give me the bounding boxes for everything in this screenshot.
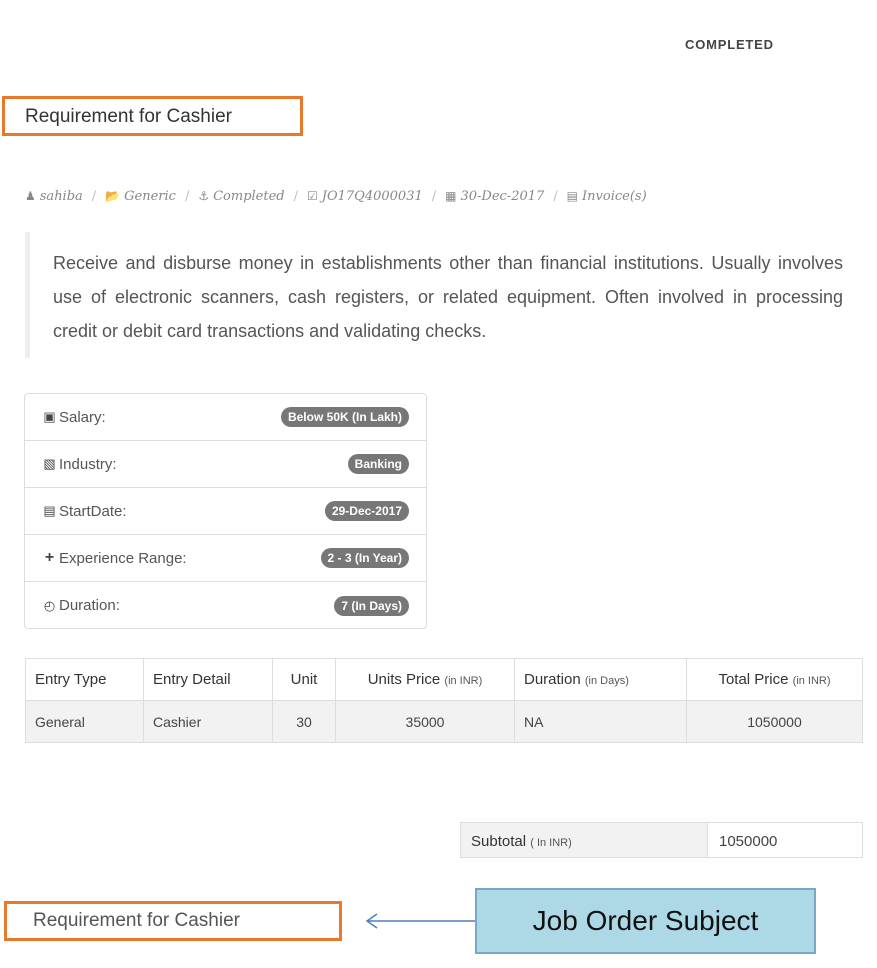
detail-row-salary: ▣ Salary: Below 50K (In Lakh)	[25, 394, 426, 441]
annotation-arrow-icon	[365, 913, 475, 929]
detail-label: Duration:	[59, 597, 120, 614]
detail-badge: 29-Dec-2017	[324, 501, 409, 521]
meta-invoice-link[interactable]: ▤ Invoice(s)	[567, 189, 647, 204]
detail-row-industry: ▧ Industry: Banking	[25, 441, 426, 488]
column-header: Units Price (in INR)	[335, 658, 515, 701]
annotation-callout: Job Order Subject	[475, 888, 816, 954]
meta-job-id[interactable]: ☑ JO17Q4000031	[307, 189, 423, 204]
detail-badge: Banking	[347, 454, 409, 474]
meta-invoice-label: Invoice(s)	[582, 188, 647, 204]
table-header-row: Entry Type Entry Detail Unit Units Price…	[25, 658, 863, 701]
job-details-list: ▣ Salary: Below 50K (In Lakh) ▧ Industry: …	[24, 393, 427, 629]
column-header: Entry Detail	[143, 658, 273, 701]
job-status-label: COMPLETED	[685, 37, 774, 52]
subtotal-label: Subtotal ( In INR)	[461, 823, 708, 857]
calendar-icon: ▦	[445, 189, 457, 203]
meta-job-id-label: JO17Q4000031	[321, 188, 423, 204]
job-description: Receive and disburse money in establishm…	[25, 232, 843, 358]
detail-row-duration: ◴ Duration: 7 (In Days)	[25, 582, 426, 629]
job-title: Requirement for Cashier	[2, 96, 303, 136]
meta-user-label: sahiba	[39, 188, 83, 204]
cell-entry-detail: Cashier	[143, 700, 273, 743]
meta-separator: /	[91, 188, 97, 204]
money-icon: ▣	[43, 409, 56, 424]
detail-label: Salary:	[59, 408, 106, 426]
meta-category-label: Generic	[124, 188, 176, 204]
clock-icon: ◴	[43, 597, 56, 613]
ticket-icon: ▤	[566, 189, 579, 203]
column-header: Duration (in Days)	[514, 658, 687, 701]
meta-state[interactable]: ⚓ Completed	[198, 189, 284, 204]
folder-icon: 📂	[105, 189, 121, 203]
column-header: Total Price (in INR)	[686, 658, 863, 701]
meta-date-label: 30-Dec-2017	[460, 188, 545, 204]
column-header: Unit	[272, 658, 336, 701]
ticket-icon: ▤	[43, 503, 56, 518]
column-header: Entry Type	[25, 658, 144, 701]
table-row: General Cashier 30 35000 NA 1050000	[25, 700, 863, 743]
cell-entry-type: General	[25, 700, 144, 743]
detail-label: StartDate:	[59, 502, 127, 520]
cell-unit: 30	[272, 700, 336, 743]
detail-label: Experience Range:	[59, 549, 187, 567]
detail-badge: 7 (In Days)	[334, 595, 409, 616]
meta-user[interactable]: ♟ sahiba	[25, 189, 83, 204]
detail-badge: 2 - 3 (In Year)	[320, 548, 409, 568]
meta-separator: /	[293, 188, 298, 204]
subtotal-box: Subtotal ( In INR) 1050000	[460, 822, 863, 858]
detail-badge: Below 50K (In Lakh)	[280, 407, 409, 427]
job-meta-bar: ♟ sahiba / 📂 Generic / ⚓ Completed / ☑ J…	[25, 186, 647, 206]
meta-separator: /	[431, 188, 437, 204]
subtotal-value: 1050000	[719, 833, 778, 850]
detail-row-experience: + Experience Range: 2 - 3 (In Year)	[25, 535, 426, 582]
user-icon: ♟	[25, 189, 36, 203]
detail-row-startdate: ▤ StartDate: 29-Dec-2017	[25, 488, 426, 535]
check-square-icon: ☑	[307, 189, 318, 203]
plus-icon: +	[44, 549, 55, 566]
entries-table: Entry Type Entry Detail Unit Units Price…	[25, 658, 863, 743]
meta-date[interactable]: ▦ 30-Dec-2017	[445, 189, 544, 204]
anchor-icon: ⚓	[198, 189, 210, 203]
cell-total-price: 1050000	[686, 700, 863, 743]
meta-separator: /	[553, 188, 558, 204]
meta-category[interactable]: 📂 Generic	[105, 189, 176, 204]
meta-state-label: Completed	[213, 188, 285, 204]
annotation-title-copy: Requirement for Cashier	[4, 901, 342, 941]
building-icon: ▧	[43, 456, 56, 471]
cell-unit-price: 35000	[335, 700, 515, 743]
detail-label: Industry:	[59, 455, 117, 473]
cell-duration: NA	[514, 700, 687, 743]
meta-separator: /	[184, 188, 190, 204]
